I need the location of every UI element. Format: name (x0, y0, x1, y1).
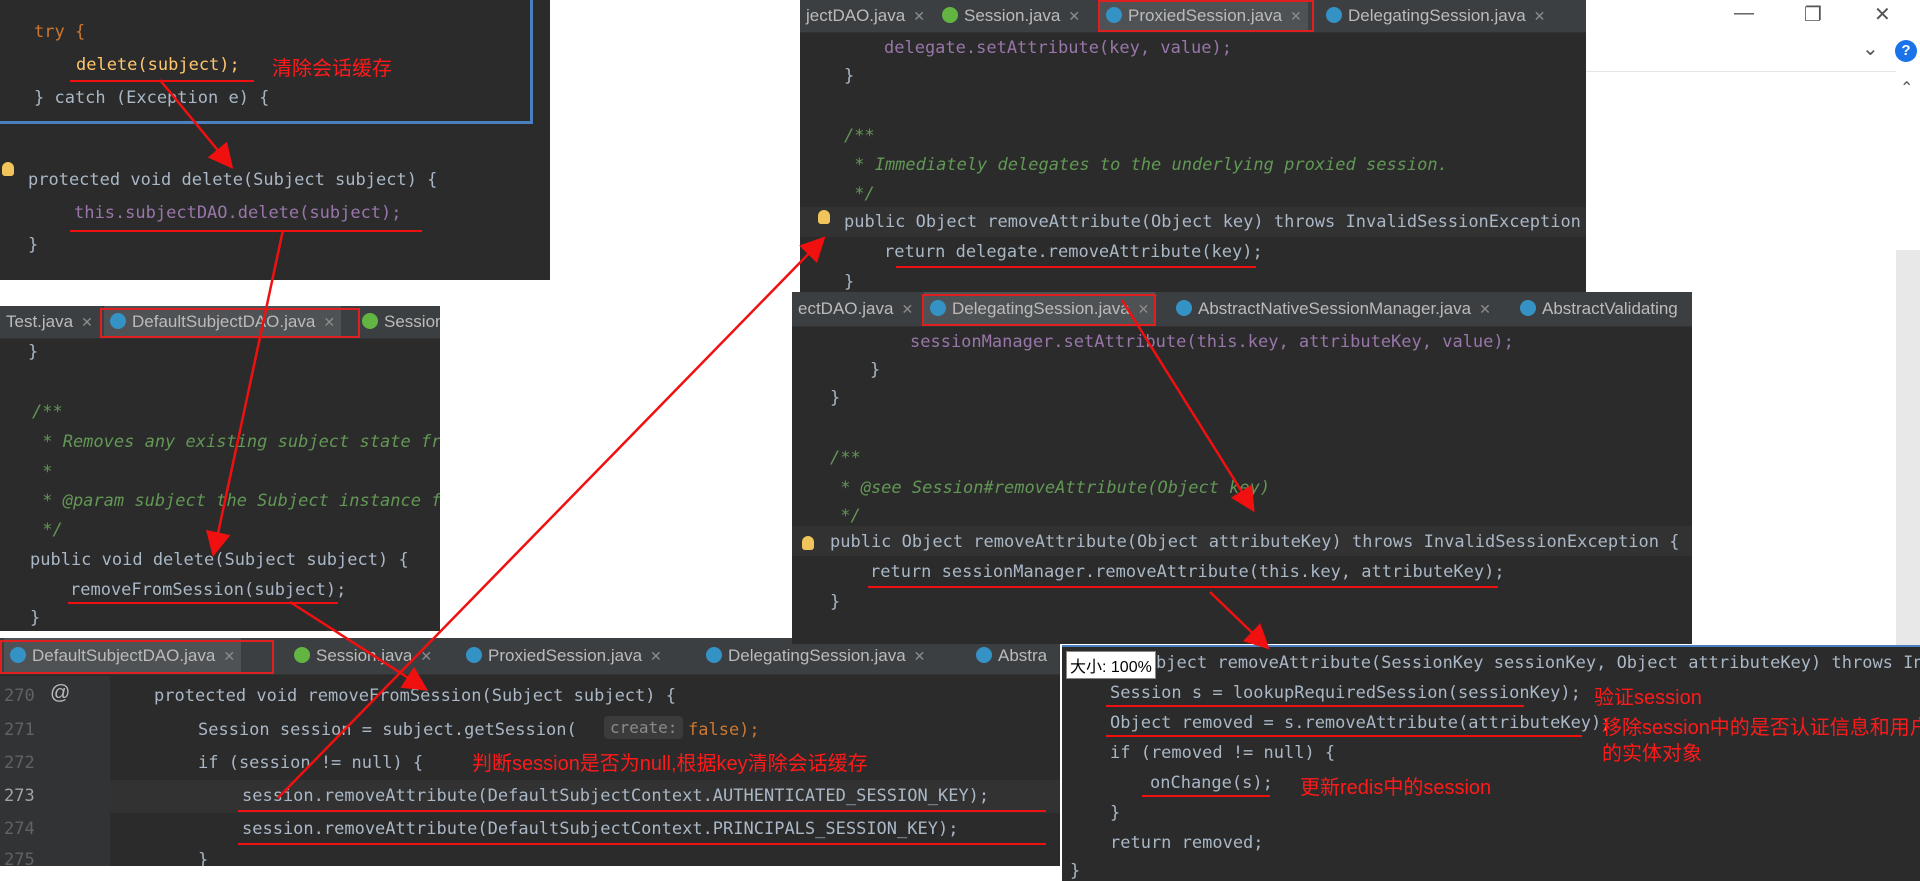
annotation-clear-cache: 清除会话缓存 (272, 58, 392, 80)
underline-removed (1106, 735, 1582, 737)
lightbulb-icon[interactable] (818, 210, 830, 224)
scrollbar[interactable] (1896, 250, 1920, 645)
underline-return-sessionmanager (868, 586, 1498, 588)
code-comment: /** (844, 126, 875, 146)
code-line-delete-signature: protected void delete(Subject subject) { (28, 170, 438, 190)
code-block: bject removeAttribute(SessionKey session… (1062, 647, 1920, 881)
code-line: } (1110, 803, 1121, 823)
code-line: } (844, 66, 855, 86)
code-line: } (30, 608, 41, 628)
annotation-check-null: 判断session是否为null,根据key清除会话缓存 (472, 753, 868, 775)
chevron-down-icon[interactable]: ⌄ (1862, 36, 1879, 61)
underline-lookupsession (1106, 705, 1524, 707)
code-line-onchange: onChange(s); (1150, 773, 1273, 793)
code-line-removeattribute-sig: public Object removeAttribute(Object att… (830, 532, 1680, 552)
code-block: protected void removeFromSession(Subject… (0, 638, 1060, 866)
code-line-getsession: Session session = subject.getSession( (198, 720, 577, 740)
code-line-catch: } catch (Exception e) { (34, 88, 270, 108)
code-comment: */ (830, 506, 861, 526)
parameter-hint: create: (610, 718, 678, 737)
editor-panel-defaultsubjectdao: Test.java ✕ DefaultSubjectDAO.java ✕ Sessi… (0, 306, 440, 631)
code-comment: * Removes any existing subject state fro (32, 432, 440, 452)
code-line-remove-principals: session.removeAttribute(DefaultSubjectCo… (242, 819, 959, 839)
code-line-return-removed: return removed; (1110, 833, 1264, 853)
underline-remove-authenticated (238, 810, 1046, 812)
code-line-delete-call: delete(subject); (76, 55, 240, 75)
code-line-removeattribute-sig: bject removeAttribute(SessionKey session… (1156, 653, 1920, 673)
editor-panel-proxiedsession: jectDAO.java ✕ Session.java ✕ ProxiedSessi… (800, 0, 1586, 292)
underline-subjectdao-delete (70, 230, 422, 232)
code-line-lookupsession: Session s = lookupRequiredSession(sessio… (1110, 683, 1581, 703)
underline-return-delegate (896, 266, 1256, 268)
restore-button[interactable]: ❐ (1804, 2, 1822, 27)
code-line-public-delete: public void delete(Subject subject) { (30, 550, 409, 570)
minimize-button[interactable]: — (1734, 2, 1754, 25)
editor-panel-delegatingsession: ectDAO.java ✕ DelegatingSession.java ✕ Abs… (792, 292, 1692, 644)
annotation-remove-auth-2: 的实体对象 (1602, 743, 1702, 765)
code-comment: * (32, 462, 53, 482)
editor-panel-removefromsession: DefaultSubjectDAO.java ✕ Session.java ✕ Pr… (0, 638, 1060, 866)
code-line-removeattribute-sig: public Object removeAttribute(Object key… (844, 212, 1586, 232)
code-line-remove-authenticated: session.removeAttribute(DefaultSubjectCo… (242, 786, 990, 806)
underline-remove-principals (238, 843, 1046, 845)
code-line-return-delegate: return delegate.removeAttribute(key); (884, 242, 1263, 262)
code-comment: /** (32, 402, 63, 422)
top-divider (1586, 71, 1896, 72)
code-line: } (844, 272, 855, 292)
code-line: } (198, 850, 209, 866)
underline-removefromsession (68, 602, 338, 604)
line-number: 275 (4, 850, 35, 866)
code-line-setattribute: sessionManager.setAttribute(this.key, at… (910, 332, 1514, 352)
code-line-subjectdao-delete: this.subjectDAO.delete(subject); (74, 203, 402, 223)
lightbulb-icon[interactable] (2, 162, 14, 176)
annotation-update-redis: 更新redis中的session (1300, 777, 1492, 799)
annotation-validate-session: 验证session (1594, 687, 1702, 709)
code-comment: * @see Session#removeAttribute(Object ke… (830, 478, 1271, 498)
code-line-removefromsession: removeFromSession(subject); (70, 580, 347, 600)
code-comment: * @param subject the Subject instance fo (32, 491, 440, 511)
close-button[interactable]: ✕ (1874, 2, 1891, 27)
code-line-return-sessionmanager: return sessionManager.removeAttribute(th… (870, 562, 1505, 582)
code-line: } (830, 388, 841, 408)
code-line-if-removed: if (removed != null) { (1110, 743, 1336, 763)
underline-delete-call (70, 80, 254, 82)
scroll-up-icon[interactable]: ⌃ (1900, 78, 1913, 98)
code-line-removefromsession-sig: protected void removeFromSession(Subject… (154, 686, 676, 706)
code-line: } (1070, 861, 1081, 881)
editor-panel-removeattribute-impl: 大小: 100% bject removeAttribute(SessionKe… (1062, 645, 1920, 881)
code-line-removed: Object removed = s.removeAttribute(attri… (1110, 713, 1612, 733)
code-line-if-null: if (session != null) { (198, 753, 424, 773)
code-comment: */ (32, 520, 63, 540)
code-line-setattribute: delegate.setAttribute(key, value); (884, 38, 1232, 58)
annotation-remove-auth: 移除session中的是否认证信息和用户 (1602, 717, 1920, 739)
code-block: delegate.setAttribute(key, value); } /**… (800, 0, 1586, 292)
code-comment: /** (830, 448, 861, 468)
code-block: } /** * Removes any existing subject sta… (0, 306, 440, 628)
code-line: } (830, 592, 841, 612)
editor-panel-delete: try { delete(subject); } catch (Exceptio… (0, 0, 550, 280)
code-comment: * Immediately delegates to the underlyin… (844, 155, 1448, 175)
code-line-false: false); (688, 720, 760, 740)
code-line: } (28, 342, 39, 362)
code-line: } (870, 360, 881, 380)
help-icon[interactable]: ? (1895, 40, 1917, 62)
lightbulb-icon[interactable] (802, 536, 814, 550)
code-comment: */ (844, 184, 875, 204)
code-block: sessionManager.setAttribute(this.key, at… (792, 292, 1692, 612)
code-line-try: try { (34, 22, 86, 42)
code-line-close-brace: } (28, 235, 39, 255)
underline-onchange (1142, 795, 1270, 797)
